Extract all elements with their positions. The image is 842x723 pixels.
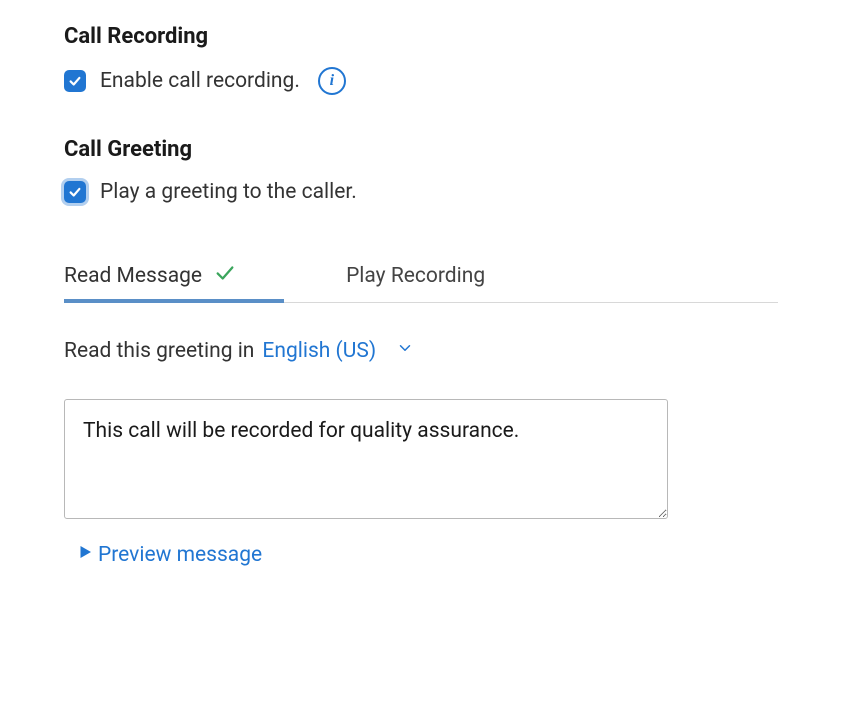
play-greeting-label: Play a greeting to the caller. xyxy=(100,180,357,204)
checkmark-icon xyxy=(68,74,82,88)
call-recording-heading: Call Recording xyxy=(64,24,778,49)
check-icon xyxy=(214,262,236,290)
greeting-tabs: Read Message Play Recording xyxy=(64,250,778,303)
language-prefix: Read this greeting in xyxy=(64,339,254,363)
play-greeting-row: Play a greeting to the caller. xyxy=(64,180,778,204)
tab-play-recording[interactable]: Play Recording xyxy=(346,250,485,302)
play-greeting-checkbox[interactable] xyxy=(64,181,86,203)
preview-message-button[interactable]: Preview message xyxy=(76,543,778,567)
chevron-down-icon[interactable] xyxy=(396,339,414,363)
preview-message-label: Preview message xyxy=(98,543,262,567)
call-greeting-heading: Call Greeting xyxy=(64,137,778,162)
tab-read-message-label: Read Message xyxy=(64,264,202,288)
language-select[interactable]: English (US) xyxy=(262,339,376,363)
enable-call-recording-label: Enable call recording. xyxy=(100,69,300,93)
info-icon[interactable]: i xyxy=(318,67,346,95)
play-icon xyxy=(76,543,94,567)
tab-read-message[interactable]: Read Message xyxy=(64,250,236,302)
enable-call-recording-checkbox[interactable] xyxy=(64,70,86,92)
enable-call-recording-row: Enable call recording. i xyxy=(64,67,778,95)
greeting-message-input[interactable] xyxy=(64,399,668,519)
checkmark-icon xyxy=(68,185,82,199)
language-row: Read this greeting in English (US) xyxy=(64,339,778,363)
tab-play-recording-label: Play Recording xyxy=(346,264,485,288)
